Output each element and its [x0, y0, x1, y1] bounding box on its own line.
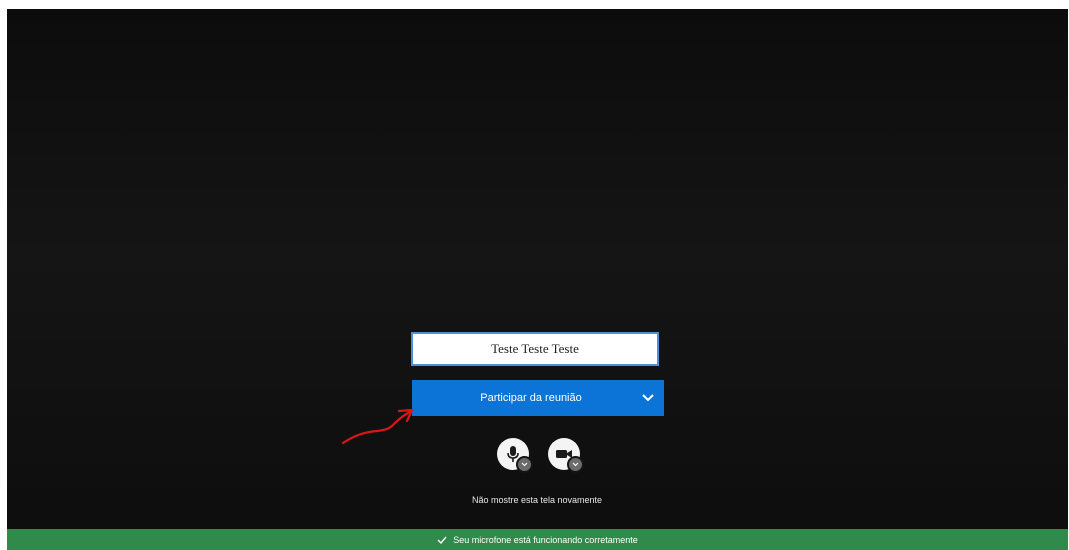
join-meeting-button[interactable]: Participar da reunião	[412, 380, 664, 416]
display-name-input[interactable]	[411, 332, 659, 366]
status-message: Seu microfone está funcionando corretame…	[453, 534, 638, 545]
chevron-down-icon[interactable]	[632, 380, 664, 416]
dont-show-again-link[interactable]: Não mostre esta tela novamente	[387, 495, 687, 505]
status-bar: Seu microfone está funcionando corretame…	[7, 529, 1068, 550]
join-meeting-label: Participar da reunião	[480, 392, 582, 404]
microphone-options-icon[interactable]	[516, 456, 533, 473]
camera-options-icon[interactable]	[567, 456, 584, 473]
prejoin-screen: Participar da reunião Não	[7, 9, 1068, 550]
screenshot-top-border	[0, 0, 1069, 9]
red-arrow-annotation	[341, 408, 414, 445]
camera-toggle-button[interactable]	[548, 438, 584, 473]
microphone-toggle-button[interactable]	[497, 438, 533, 473]
check-icon	[437, 536, 447, 544]
